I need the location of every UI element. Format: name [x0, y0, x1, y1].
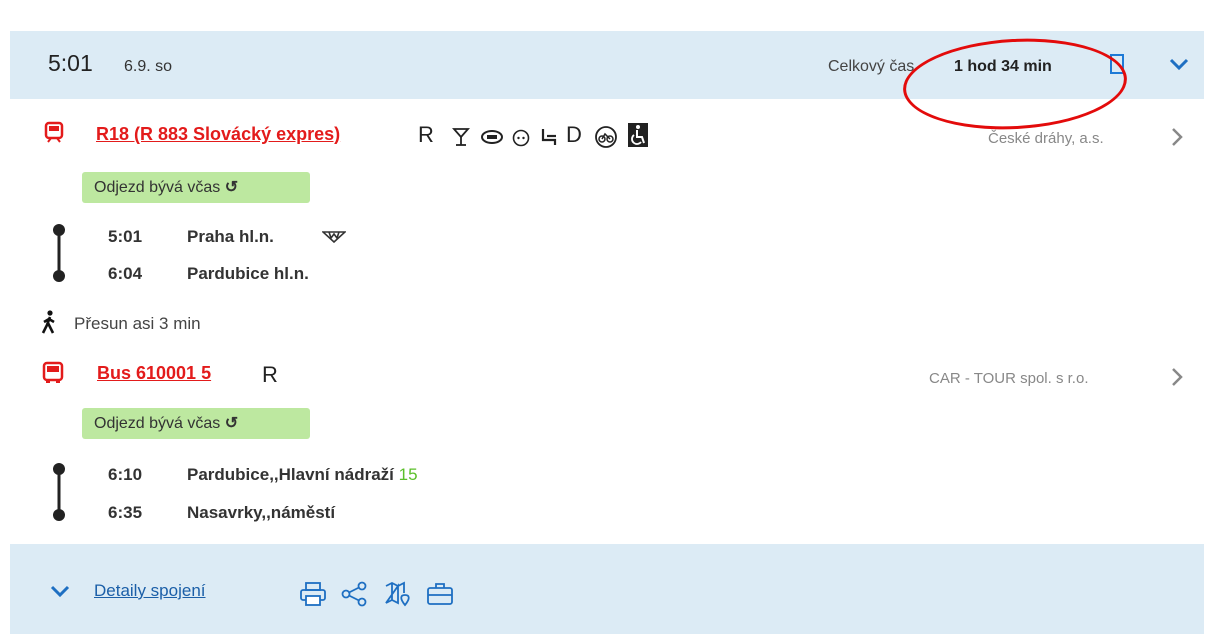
stop-name[interactable]: Pardubice hl.n. — [187, 264, 309, 284]
seat-icon — [541, 129, 557, 145]
stop-name[interactable]: Praha hl.n. — [187, 227, 274, 247]
share-icon[interactable] — [341, 581, 369, 607]
departure-time: 5:01 — [48, 50, 93, 76]
punctuality-label: Odjezd bývá včas — [94, 415, 221, 432]
history-icon: ↺ — [224, 179, 239, 196]
chevron-down-icon[interactable] — [50, 584, 70, 598]
bar-icon — [452, 128, 470, 146]
train-connection-link[interactable]: R18 (R 883 Slovácký expres) — [96, 124, 340, 145]
chevron-right-icon[interactable] — [1170, 126, 1184, 148]
metro-icon — [322, 231, 346, 243]
bicycle-icon — [595, 126, 617, 148]
stop-name[interactable]: Pardubice,,Hlavní nádraží 15 — [187, 465, 418, 485]
amenity-d: D — [566, 122, 582, 147]
carrier-name: CAR - TOUR spol. s r.o. — [929, 370, 1089, 387]
history-icon: ↺ — [224, 415, 239, 432]
power-socket-icon — [512, 129, 530, 147]
total-time-label: Celkový čas — [828, 58, 915, 75]
route-line — [53, 224, 65, 282]
wheelchair-icon — [628, 123, 648, 147]
transfer-duration: Přesun asi 3 min — [74, 314, 201, 333]
amenity-reservation: R — [418, 122, 434, 147]
chevron-right-icon[interactable] — [1170, 366, 1184, 388]
ticket-icon — [481, 130, 503, 144]
connection-header[interactable]: 5:01 6.9. so Celkový čas 1 hod 34 min — [10, 31, 1204, 99]
bus-connection-link[interactable]: Bus 610001 5 — [97, 363, 211, 384]
stop-time: 5:01 — [108, 227, 143, 246]
punctuality-badge: Odjezd bývá včas ↺ — [82, 172, 310, 203]
bookmark-icon[interactable] — [1110, 54, 1124, 74]
stop-time: 6:04 — [108, 264, 143, 283]
walking-icon — [41, 310, 55, 334]
stop-time: 6:35 — [108, 503, 143, 522]
bus-icon — [42, 361, 64, 383]
carrier-name: České dráhy, a.s. — [988, 130, 1104, 147]
print-icon[interactable] — [299, 581, 327, 607]
departure-date: 6.9. so — [124, 58, 173, 75]
total-time-value: 1 hod 34 min — [954, 58, 1052, 75]
platform-number: 15 — [398, 465, 418, 484]
amenity-reservation: R — [262, 362, 278, 387]
punctuality-badge: Odjezd bývá včas ↺ — [82, 408, 310, 439]
connection-footer: Detaily spojení — [10, 544, 1204, 634]
chevron-down-icon[interactable] — [1168, 53, 1190, 75]
punctuality-label: Odjezd bývá včas — [94, 179, 221, 196]
stop-time: 6:10 — [108, 465, 143, 484]
train-icon — [44, 121, 64, 143]
route-line — [53, 463, 65, 521]
map-icon[interactable] — [384, 581, 412, 607]
connection-card: 5:01 6.9. so Celkový čas 1 hod 34 min R1… — [10, 31, 1204, 634]
briefcase-icon[interactable] — [426, 581, 454, 607]
stop-name[interactable]: Nasavrky,,náměstí — [187, 503, 335, 523]
details-link[interactable]: Detaily spojení — [94, 581, 206, 601]
